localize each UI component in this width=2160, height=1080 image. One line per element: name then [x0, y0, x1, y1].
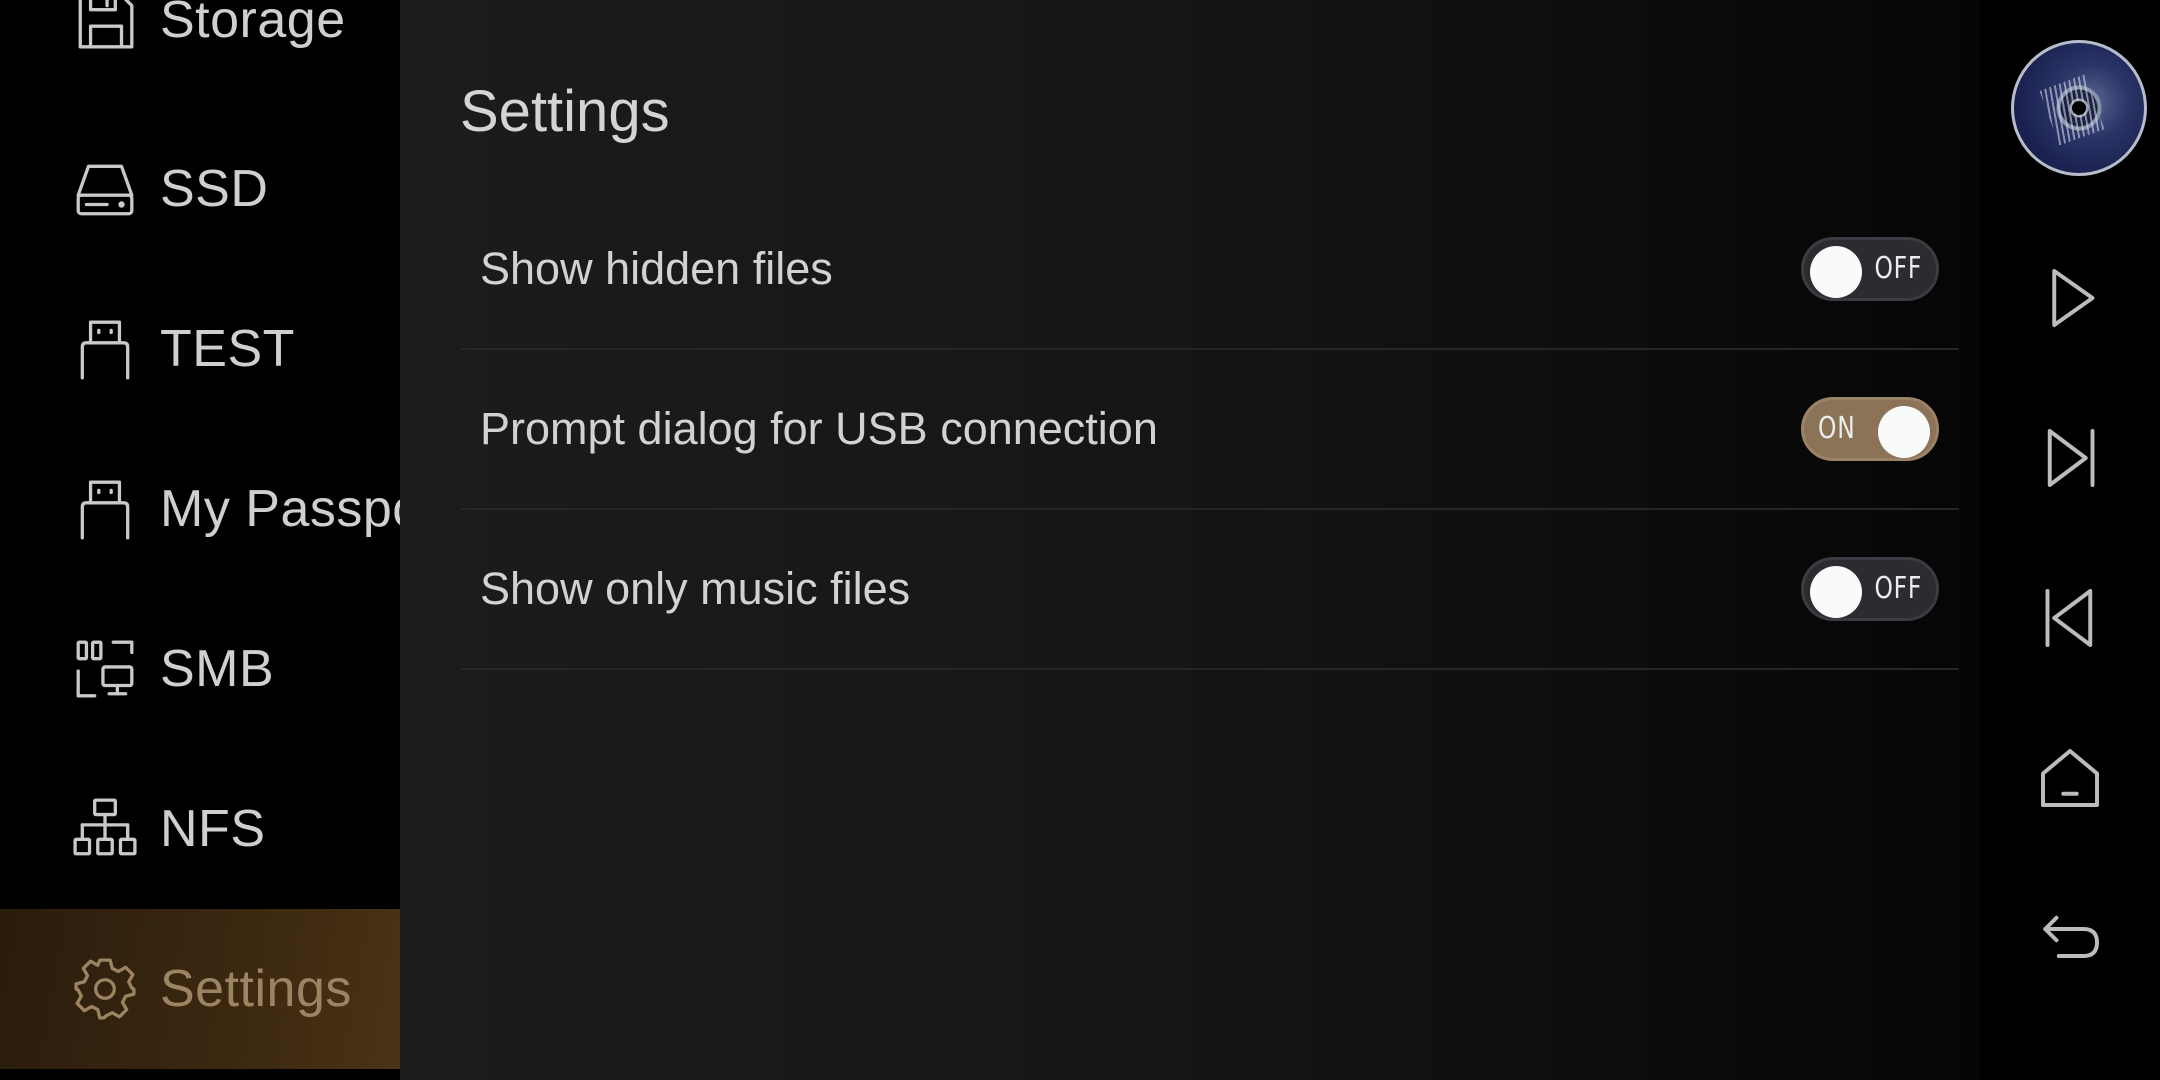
home-icon [2034, 742, 2106, 819]
page-title: Settings [460, 79, 670, 144]
sidebar-item-ssd[interactable]: SSD [0, 109, 400, 269]
next-track-button[interactable] [2026, 416, 2114, 504]
setting-row-show-only-music[interactable]: Show only music files OFF [461, 510, 1959, 670]
gear-icon [70, 954, 140, 1024]
back-button[interactable] [2026, 896, 2114, 984]
toggle-state-text: OFF [1874, 251, 1922, 286]
usb-drive-icon [70, 314, 140, 384]
sidebar-item-label: Settings [160, 960, 352, 1018]
ssd-drive-icon [70, 154, 140, 224]
sidebar-item-label: TEST [160, 320, 295, 378]
settings-list: Show hidden files OFF Prompt dialog for … [461, 190, 1959, 670]
show-hidden-files-toggle[interactable]: OFF [1801, 237, 1939, 301]
back-icon [2034, 902, 2106, 979]
toggle-state-text: OFF [1874, 571, 1922, 606]
usb-drive-icon [70, 474, 140, 544]
toggle-knob [1810, 566, 1862, 618]
sidebar-item-storage[interactable]: Storage [0, 0, 400, 100]
network-tree-icon [70, 794, 140, 864]
home-button[interactable] [2026, 736, 2114, 824]
toggle-state-text: ON [1818, 411, 1856, 446]
control-bar [1980, 0, 2160, 1080]
setting-row-show-hidden-files[interactable]: Show hidden files OFF [461, 190, 1959, 350]
album-art-hole [2072, 101, 2086, 115]
prompt-usb-dialog-toggle[interactable]: ON [1801, 397, 1939, 461]
toggle-knob [1878, 406, 1930, 458]
sidebar-item-label: Storage [160, 0, 346, 49]
sidebar-item-label: My Passport [160, 480, 400, 538]
next-track-icon [2034, 422, 2106, 499]
sidebar-item-my-passport[interactable]: My Passport [0, 429, 400, 589]
previous-track-button[interactable] [2026, 576, 2114, 664]
play-icon [2034, 262, 2106, 339]
sidebar: Storage SSD TEST My Passport SMB NFS [0, 0, 400, 1080]
sidebar-item-settings[interactable]: Settings [0, 909, 400, 1069]
setting-label: Prompt dialog for USB connection [480, 403, 1158, 454]
setting-label: Show only music files [480, 563, 911, 614]
sidebar-item-nfs[interactable]: NFS [0, 749, 400, 909]
play-button[interactable] [2026, 256, 2114, 344]
setting-row-prompt-usb[interactable]: Prompt dialog for USB connection ON [461, 350, 1959, 510]
floppy-disk-icon [70, 0, 140, 55]
album-art[interactable] [2011, 40, 2147, 176]
main-panel: Settings Show hidden files OFF Prompt di… [400, 0, 1980, 1080]
network-share-icon [70, 634, 140, 704]
sidebar-item-label: NFS [160, 800, 266, 858]
sidebar-item-label: SSD [160, 160, 269, 218]
sidebar-item-label: SMB [160, 640, 275, 698]
previous-track-icon [2034, 582, 2106, 659]
toggle-knob [1810, 246, 1862, 298]
sidebar-item-smb[interactable]: SMB [0, 589, 400, 749]
sidebar-item-test[interactable]: TEST [0, 269, 400, 429]
setting-label: Show hidden files [480, 243, 833, 294]
show-only-music-files-toggle[interactable]: OFF [1801, 557, 1939, 621]
